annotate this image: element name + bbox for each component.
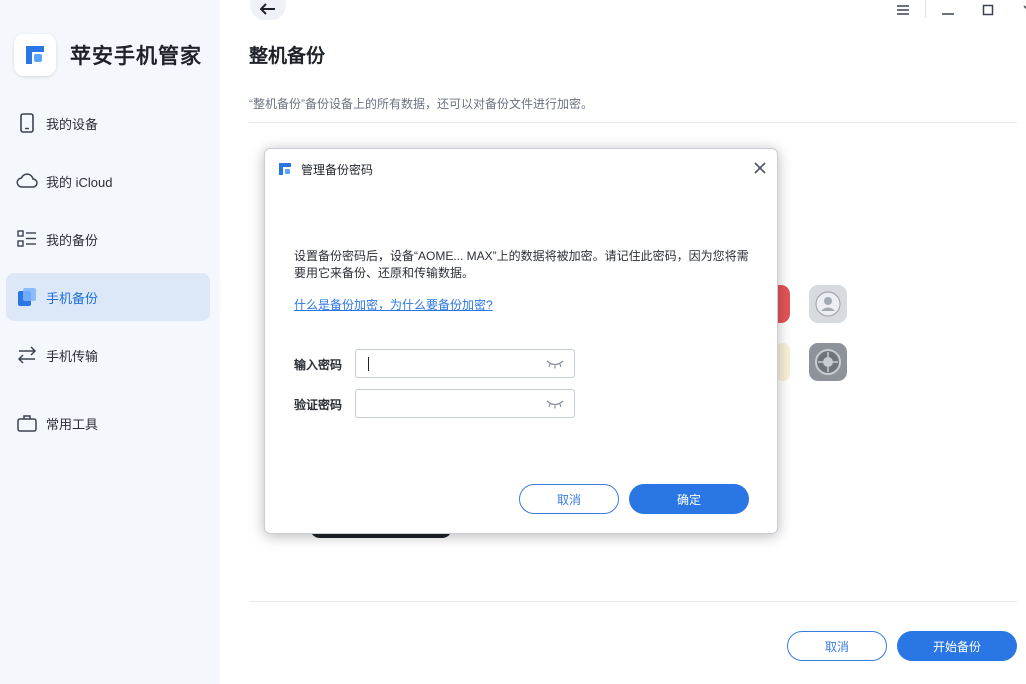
cloud-icon — [16, 170, 38, 192]
sidebar-item-phone-backup[interactable]: 手机备份 — [6, 273, 210, 321]
window-controls-separator — [925, 0, 926, 18]
page-title: 整机备份 — [249, 46, 326, 67]
sidebar-item-tools[interactable]: 常用工具 — [6, 399, 210, 447]
menu-button[interactable] — [891, 0, 915, 20]
password-label: 输入密码 — [294, 358, 343, 372]
start-backup-button[interactable]: 开始备份 — [897, 631, 1017, 661]
brand: 苹安手机管家 — [14, 34, 202, 76]
back-button[interactable] — [250, 0, 286, 20]
sidebar-item-label: 我的备份 — [46, 232, 99, 248]
cancel-button[interactable]: 取消 — [787, 631, 887, 661]
dialog-confirm-button[interactable]: 确定 — [629, 484, 749, 514]
app-name: 苹安手机管家 — [70, 45, 202, 68]
footer-divider — [249, 601, 1017, 602]
notes-app-icon — [776, 343, 790, 381]
phone-icon — [16, 112, 38, 134]
maximize-button[interactable] — [976, 0, 1000, 20]
arrow-left-icon — [260, 3, 275, 15]
close-icon[interactable] — [752, 160, 768, 176]
contacts-app-icon — [809, 285, 847, 323]
dialog-cancel-button[interactable]: 取消 — [519, 484, 619, 514]
password-input[interactable] — [356, 350, 536, 377]
backup-list-icon — [16, 228, 38, 250]
text-cursor — [368, 357, 369, 371]
verify-password-input[interactable] — [356, 390, 536, 417]
close-window-button[interactable] — [1016, 0, 1026, 20]
app-logo-icon — [14, 34, 56, 76]
sidebar-item-my-backup[interactable]: 我的备份 — [6, 215, 210, 263]
phone-backup-icon — [16, 286, 38, 308]
transfer-icon — [16, 344, 38, 366]
sidebar-item-label: 我的 iCloud — [46, 174, 113, 190]
sidebar-item-transfer[interactable]: 手机传输 — [6, 331, 210, 379]
sidebar: 苹安手机管家 我的设备 我的 iCloud 我的备份 手机备份 手机传输 常用工… — [0, 0, 220, 684]
password-field[interactable] — [355, 349, 575, 378]
dialog-title: 管理备份密码 — [301, 163, 374, 177]
encryption-help-link[interactable]: 什么是备份加密，为什么要备份加密? — [294, 296, 493, 313]
eye-closed-icon[interactable] — [546, 399, 564, 409]
minimize-button[interactable] — [936, 0, 960, 20]
sidebar-item-icloud[interactable]: 我的 iCloud — [6, 157, 210, 205]
app-logo-icon — [279, 163, 291, 175]
eye-closed-icon[interactable] — [546, 359, 564, 369]
sidebar-item-label: 手机传输 — [46, 348, 99, 364]
sidebar-item-label: 手机备份 — [46, 290, 99, 306]
verify-password-label: 验证密码 — [294, 398, 343, 412]
minimize-icon — [942, 13, 954, 15]
maximize-icon — [982, 4, 994, 16]
settings-app-icon — [809, 343, 847, 381]
menu-icon — [897, 5, 909, 15]
toolbox-icon — [16, 412, 38, 434]
page-description: “整机备份”备份设备上的所有数据，还可以对备份文件进行加密。 — [249, 97, 593, 111]
sidebar-item-my-device[interactable]: 我的设备 — [6, 99, 210, 147]
sidebar-item-label: 我的设备 — [46, 116, 99, 132]
verify-password-field[interactable] — [355, 389, 575, 418]
sidebar-item-label: 常用工具 — [46, 416, 99, 432]
dialog-message: 设置备份密码后，设备“AOME... MAX”上的数据将被加密。请记住此密码，因… — [294, 249, 749, 280]
backup-password-dialog: 管理备份密码 设置备份密码后，设备“AOME... MAX”上的数据将被加密。请… — [264, 148, 778, 534]
header-divider — [249, 122, 1017, 123]
